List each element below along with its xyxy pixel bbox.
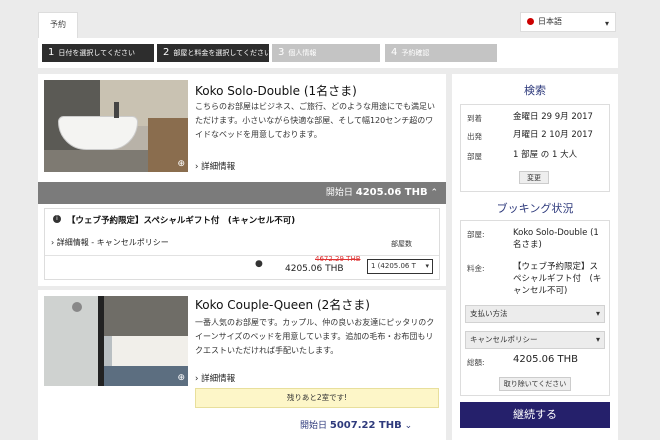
change-button[interactable]: 変更 [519, 171, 549, 184]
rooms-select[interactable]: 1 (4205.06 T ▾ [367, 259, 433, 274]
japan-flag-icon [527, 18, 534, 25]
rate-price: 4205.06 THB [285, 264, 344, 274]
booking-rate: 【ウェブ予約限定】スペシャルギフト付 (キャンセル不可) [513, 262, 602, 296]
availability-notice: 残りあと2室です! [195, 388, 439, 408]
cancellation-policy-select[interactable]: キャンセルポリシー ▾ [465, 331, 605, 349]
room-title: Koko Couple-Queen (2名さま) [195, 298, 370, 312]
chevron-down-icon: ▾ [595, 309, 600, 318]
continue-button[interactable]: 継続する [460, 402, 610, 428]
chevron-down-circle-icon: ⌄ [404, 421, 413, 431]
room-price-bar[interactable]: 開始日 4205.06 THB ⌃ [38, 182, 446, 204]
search-title: 検索 [524, 84, 546, 97]
step-2-label: 部屋と料金を選択してください [173, 49, 271, 57]
room-description: 一番人気のお部屋です。カップル、仲の良いお友達にピッタリのクイーンサイズのベッド… [195, 318, 435, 355]
chevron-up-icon: ⌃ [430, 188, 438, 198]
info-icon[interactable]: i [53, 215, 61, 223]
rate-title: 【ウェブ予約限定】スペシャルギフト付 (キャンセル不可) [67, 216, 296, 226]
chevron-right-icon: › [51, 238, 55, 247]
remove-button[interactable]: 取り除いてください [499, 377, 571, 391]
divider [45, 255, 439, 256]
checkin-label: 到着 [467, 114, 482, 123]
room-details-link[interactable]: › 詳細情報 [195, 372, 235, 384]
total-label: 総額: [467, 358, 485, 367]
zoom-icon[interactable]: ⊕ [177, 159, 185, 169]
step-4: 4 予約確認 [385, 44, 497, 62]
booking-summary: 部屋: Koko Solo-Double (1名さま) 料金: 【ウェブ予約限定… [460, 220, 610, 396]
booking-rate-label: 料金: [467, 264, 485, 273]
rooms-count-label: 部屋数 [391, 240, 412, 248]
step-1-label: 日付を選択してください [58, 49, 135, 57]
room-price-bar[interactable]: 開始日 5007.22 THB ⌄ [300, 418, 412, 431]
chevron-down-icon: ▾ [604, 19, 609, 28]
step-3-label: 個人情報 [288, 49, 317, 57]
room-description: こちらのお部屋はビジネス、ご旅行、どのような用途にでも満足いただけます。小さいな… [195, 102, 435, 139]
booking-room-label: 部屋: [467, 230, 485, 239]
search-summary: 到着 金曜日 29 9月 2017 出発 月曜日 2 10月 2017 部屋 1… [460, 104, 610, 192]
step-2: 2 部屋と料金を選択してください [157, 44, 271, 62]
zoom-icon[interactable]: ⊕ [177, 373, 185, 383]
room-details-link[interactable]: › 詳細情報 [195, 160, 235, 172]
checkin-date: 金曜日 29 9月 2017 [513, 112, 593, 122]
room-photo-couple[interactable]: ⊕ [44, 296, 188, 386]
step-3: 3 個人情報 [272, 44, 380, 62]
rooms-guests: 1 部屋 の 1 大人 [513, 150, 578, 160]
chevron-down-icon: ▾ [595, 335, 600, 344]
room-price: 5007.22 THB [329, 420, 402, 431]
room-title: Koko Solo-Double (1名さま) [195, 84, 357, 98]
room-photo-solo[interactable]: ⊕ [44, 80, 188, 172]
step-1[interactable]: 1 日付を選択してください [42, 44, 154, 62]
old-price: 4672.29 THB [315, 255, 361, 263]
chevron-right-icon: › [195, 374, 199, 384]
language-value: 日本語 [538, 17, 562, 26]
tab-reservation[interactable]: 予約 [38, 12, 78, 38]
chevron-down-icon: ▾ [425, 262, 429, 270]
person-icon: ● [255, 259, 263, 269]
checkout-label: 出発 [467, 132, 482, 141]
checkout-date: 月曜日 2 10月 2017 [513, 130, 593, 140]
rooms-label: 部屋 [467, 152, 482, 161]
booking-title: ブッキング状況 [496, 202, 574, 215]
total-price: 4205.06 THB [513, 354, 579, 365]
booking-room: Koko Solo-Double (1名さま) [513, 228, 599, 250]
chevron-right-icon: › [195, 162, 199, 172]
language-select[interactable]: 日本語 ▾ [520, 12, 616, 32]
payment-method-select[interactable]: 支払い方法 ▾ [465, 305, 605, 323]
step-4-label: 予約確認 [401, 49, 430, 57]
room-price: 4205.06 THB [355, 187, 428, 198]
rate-box: i 【ウェブ予約限定】スペシャルギフト付 (キャンセル不可) › 詳細情報 - … [44, 208, 440, 280]
cancellation-policy-link[interactable]: › 詳細情報 - キャンセルポリシー [51, 237, 169, 248]
